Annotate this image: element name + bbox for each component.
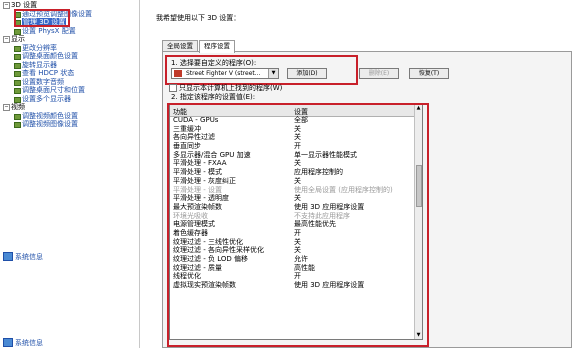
tree-node-label: 设置数字音频 xyxy=(22,77,64,86)
restore-button[interactable]: 恢复(T) xyxy=(409,68,449,79)
tab-program-settings[interactable]: 程序设置 xyxy=(199,40,235,53)
chevron-down-icon[interactable]: ▼ xyxy=(268,69,278,78)
checkbox-box[interactable] xyxy=(169,84,177,92)
tree-node-label: 设置多个显示器 xyxy=(22,94,71,103)
program-select[interactable]: Street Fighter V (street... ▼ xyxy=(171,68,279,79)
collapse-toggle-icon[interactable]: − xyxy=(3,2,10,9)
tree-node-label: 视频 xyxy=(11,103,25,111)
tree-item[interactable]: 调整桌面颜色设置 xyxy=(2,52,138,61)
sidebar-tree-panel: −3D 设置 通过预览调整图像设置 管理 3D 设置 设置 PhysX 配置 − 显示 更改… xyxy=(0,0,140,348)
collapse-toggle-icon[interactable]: − xyxy=(3,104,10,111)
tree-node-label: 查看 HDCP 状态 xyxy=(22,69,75,77)
program-settings-panel: 1. 选择要自定义的程序(O): Street Fighter V (stree… xyxy=(162,51,572,348)
tree-item[interactable]: 设置数字音频 xyxy=(2,78,138,87)
game-icon xyxy=(174,70,182,77)
tree-node-label: 3D 设置 xyxy=(11,1,38,9)
checkbox-label: 只显示本计算机上找到的程序(W) xyxy=(179,84,283,92)
tree-node-label: 调整桌面尺寸和位置 xyxy=(22,86,85,94)
remove-program-button[interactable]: 删除(E) xyxy=(359,68,399,79)
system-info-label: 系统信息 xyxy=(15,339,43,347)
system-info-link[interactable]: 系统信息 xyxy=(3,252,43,262)
system-info-label: 系统信息 xyxy=(15,253,43,261)
tree-item[interactable]: 调整视频颜色设置 xyxy=(2,112,138,121)
tree-node-label: 调整视频图像设置 xyxy=(22,120,78,128)
tree-node-label: 设置 PhysX 配置 xyxy=(22,26,76,35)
tree-item[interactable]: 设置 PhysX 配置 xyxy=(2,27,138,36)
system-info-icon xyxy=(3,252,13,261)
tree-item[interactable]: 查看 HDCP 状态 xyxy=(2,69,138,78)
tree-item[interactable]: 调整视频图像设置 xyxy=(2,120,138,129)
tree-node-label: 更改分辨率 xyxy=(22,43,57,52)
settings-list-highlight-box xyxy=(167,103,429,347)
tree-item[interactable]: 设置多个显示器 xyxy=(2,95,138,104)
system-info-icon xyxy=(3,338,13,347)
collapse-toggle-icon[interactable]: − xyxy=(3,36,10,43)
tree-item[interactable]: 调整桌面尺寸和位置 xyxy=(2,86,138,95)
system-info-link-bottom[interactable]: 系统信息 xyxy=(3,338,43,348)
tree-item[interactable]: 旋转显示器 xyxy=(2,61,138,70)
tree-node-label: 旋转显示器 xyxy=(22,60,57,69)
tree-node-label: 调整视频颜色设置 xyxy=(22,111,78,120)
main-panel: 我希望使用以下 3D 设置： 全局设置 程序设置 1. 选择要自定义的程序(O)… xyxy=(140,0,584,348)
page-heading: 我希望使用以下 3D 设置： xyxy=(156,14,241,22)
tree-node-label: 调整桌面颜色设置 xyxy=(22,52,78,60)
tree-node-label: 显示 xyxy=(11,35,25,43)
program-select-value: Street Fighter V (street... xyxy=(186,70,261,77)
tree-category[interactable]: − 显示 xyxy=(2,35,138,44)
selection-highlight-box xyxy=(14,9,70,27)
tree-item[interactable]: 更改分辨率 xyxy=(2,44,138,53)
step1-label: 1. 选择要自定义的程序(O): xyxy=(171,59,257,67)
add-program-button[interactable]: 添加(D) xyxy=(287,68,327,79)
step2-label: 2. 指定该程序的设置值(E): xyxy=(171,93,256,101)
tree-category[interactable]: − 视频 xyxy=(2,103,138,112)
